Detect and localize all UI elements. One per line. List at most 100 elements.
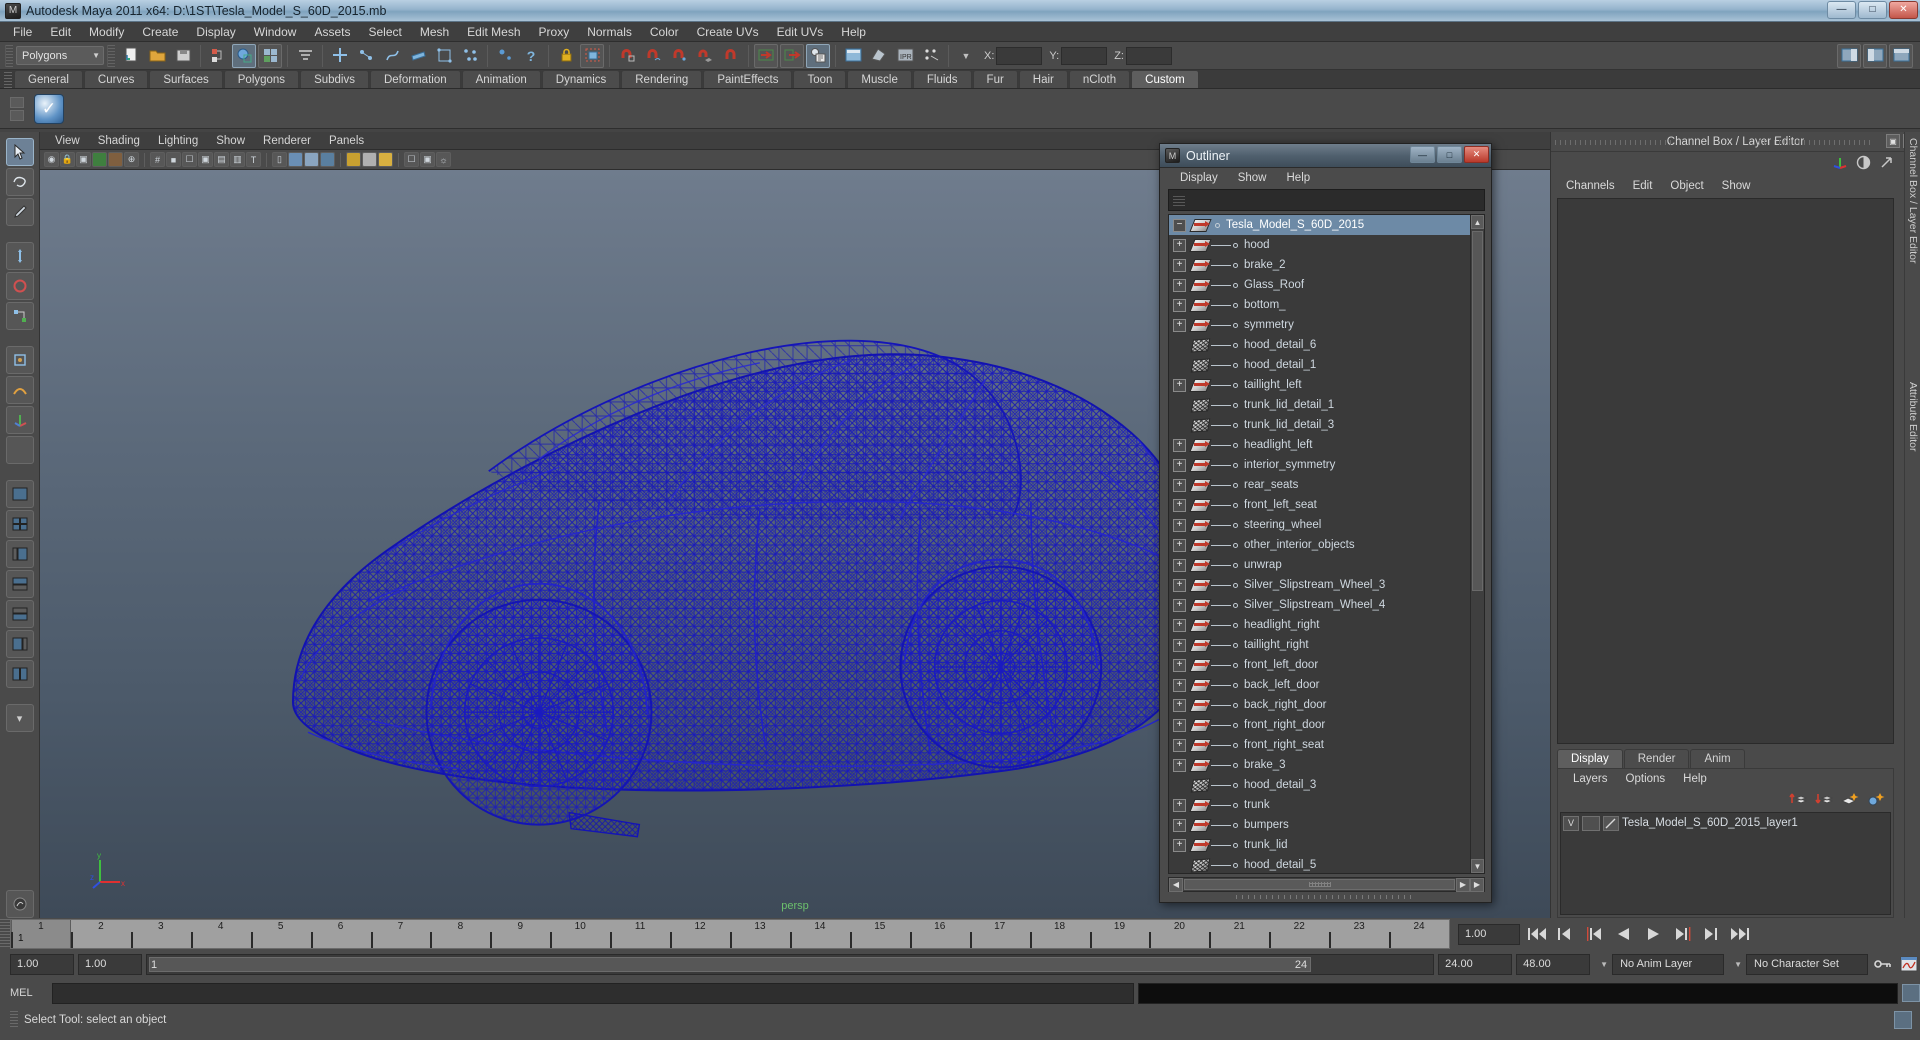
smooth-shade-selected-icon[interactable] xyxy=(304,152,319,167)
outliner-row[interactable]: + hood xyxy=(1169,235,1470,255)
anim-layer-dropdown[interactable]: No Anim Layer xyxy=(1612,953,1725,975)
shelf-options-icon[interactable] xyxy=(10,96,24,108)
layer-menu-layers[interactable]: Layers xyxy=(1564,772,1617,786)
save-scene-icon[interactable] xyxy=(171,43,195,68)
help-icon[interactable]: ? xyxy=(519,43,543,68)
shelf-tab-custom[interactable]: Custom xyxy=(1131,70,1199,88)
shelf-tab-painteffects[interactable]: PaintEffects xyxy=(703,70,793,88)
expand-icon[interactable]: + xyxy=(1173,498,1186,512)
menu-edit[interactable]: Edit xyxy=(41,23,80,41)
move-layer-up-icon[interactable] xyxy=(1789,791,1808,807)
go-to-start-button[interactable] xyxy=(1524,923,1549,945)
step-back-frame-button[interactable] xyxy=(1582,923,1607,945)
show-hide-channel-box-icon[interactable] xyxy=(1837,43,1861,68)
xray-joints-icon[interactable]: ▣ xyxy=(420,152,435,167)
outliner-row[interactable]: trunk_lid_detail_1 xyxy=(1169,395,1470,415)
outliner-row[interactable]: − Tesla_Model_S_60D_2015 xyxy=(1169,215,1470,235)
expand-icon[interactable]: + xyxy=(1173,438,1186,452)
channel-box-list[interactable] xyxy=(1557,198,1894,744)
marquee-select-icon[interactable] xyxy=(580,43,604,68)
go-to-end-button[interactable] xyxy=(1727,923,1752,945)
outliner-row[interactable]: + symmetry xyxy=(1169,315,1470,335)
layer-menu-help[interactable]: Help xyxy=(1674,772,1716,786)
menu-file[interactable]: File xyxy=(4,23,41,41)
outliner-resize-grip[interactable] xyxy=(1160,892,1491,902)
ipr-render-icon[interactable] xyxy=(867,43,891,68)
outliner-row[interactable]: + headlight_left xyxy=(1169,435,1470,455)
outliner-close-button[interactable]: ✕ xyxy=(1464,146,1489,163)
field-chart-icon[interactable]: ▤ xyxy=(214,152,229,167)
anim-end-field[interactable]: 48.00 xyxy=(1516,953,1591,975)
command-line-input[interactable] xyxy=(52,982,1134,1004)
selection-mask-icon[interactable] xyxy=(293,43,317,68)
z-coord-field[interactable] xyxy=(1125,46,1172,65)
two-d-pan-zoom-icon[interactable]: ⊕ xyxy=(124,152,139,167)
camera-attributes-icon[interactable]: ▣ xyxy=(76,152,91,167)
shelf-tab-subdivs[interactable]: Subdivs xyxy=(300,70,369,88)
shelf-tab-animation[interactable]: Animation xyxy=(461,70,541,88)
scroll-left-arrow-icon[interactable]: ◀ xyxy=(1169,877,1183,892)
expand-icon[interactable]: + xyxy=(1173,538,1186,552)
render-globals-icon[interactable] xyxy=(919,43,943,68)
outliner-row[interactable]: hood_detail_3 xyxy=(1169,775,1470,795)
layer-tab-anim[interactable]: Anim xyxy=(1690,749,1745,768)
create-empty-layer-icon[interactable] xyxy=(1840,791,1859,807)
range-slider[interactable]: 1 24 xyxy=(146,953,1435,975)
menu-color[interactable]: Color xyxy=(641,23,688,41)
menu-window[interactable]: Window xyxy=(245,23,306,41)
shelf-tab-toon[interactable]: Toon xyxy=(793,70,847,88)
single-perspective-view-button[interactable] xyxy=(5,480,34,508)
layer-tab-render[interactable]: Render xyxy=(1623,749,1690,768)
h-scroll-thumb[interactable] xyxy=(1184,879,1455,890)
auto-key-icon[interactable] xyxy=(1872,957,1894,971)
expand-icon[interactable]: + xyxy=(1173,618,1186,632)
shelf-tab-deformation[interactable]: Deformation xyxy=(369,70,461,88)
help-line-grip[interactable] xyxy=(10,1011,18,1029)
viewport-menu-panels[interactable]: Panels xyxy=(320,134,373,148)
move-layer-down-icon[interactable] xyxy=(1815,791,1834,807)
menu-assets[interactable]: Assets xyxy=(305,23,359,41)
outliner-row[interactable]: + back_left_door xyxy=(1169,675,1470,695)
flat-shade-icon[interactable] xyxy=(320,152,335,167)
expand-arrow-icon[interactable] xyxy=(1879,155,1894,173)
expand-icon[interactable]: + xyxy=(1173,638,1186,652)
step-forward-key-button[interactable] xyxy=(1698,923,1723,945)
snap-to-grid-icon[interactable] xyxy=(615,43,639,68)
current-time-field[interactable]: 1.00 xyxy=(1458,923,1520,945)
expand-icon[interactable]: + xyxy=(1173,518,1186,532)
menu-edit-mesh[interactable]: Edit Mesh xyxy=(458,23,529,41)
dock-handle-right[interactable] xyxy=(1754,140,1874,145)
layer-row[interactable]: V Tesla_Model_S_60D_2015_layer1 xyxy=(1561,813,1890,833)
help-line-toggle-button[interactable] xyxy=(5,890,34,918)
outliner-horizontal-scrollbar[interactable]: ◀ ▶ ▶ xyxy=(1168,877,1485,892)
snap-grid-icon[interactable] xyxy=(493,43,517,68)
layer-color-swatch[interactable] xyxy=(1603,815,1619,831)
outliner-row[interactable]: hood_detail_1 xyxy=(1169,355,1470,375)
persp-outliner-layout-button[interactable] xyxy=(5,630,34,658)
select-tool-icon[interactable] xyxy=(328,43,352,68)
outliner-row[interactable]: + front_left_seat xyxy=(1169,495,1470,515)
outliner-row[interactable]: + trunk xyxy=(1169,795,1470,815)
toolbar-grip-2[interactable] xyxy=(107,44,115,67)
selection-mode-dropdown[interactable]: Polygons ▼ xyxy=(16,46,104,65)
character-set-dropdown[interactable]: No Character Set xyxy=(1746,953,1868,975)
menu-normals[interactable]: Normals xyxy=(578,23,641,41)
menu-help[interactable]: Help xyxy=(832,23,875,41)
scale-tool-icon[interactable] xyxy=(458,43,482,68)
menu-edit-uvs[interactable]: Edit UVs xyxy=(768,23,833,41)
two-pane-side-layout-button[interactable] xyxy=(5,660,34,688)
create-layer-from-selected-icon[interactable] xyxy=(1867,791,1885,807)
menu-select[interactable]: Select xyxy=(359,23,410,41)
layer-tab-display[interactable]: Display xyxy=(1557,749,1623,768)
outliner-row[interactable]: + unwrap xyxy=(1169,555,1470,575)
range-start-field[interactable]: 1.00 xyxy=(78,953,142,975)
channel-menu-edit[interactable]: Edit xyxy=(1624,179,1662,193)
snap-to-curve-icon[interactable] xyxy=(641,43,665,68)
construction-history-in-icon[interactable] xyxy=(754,43,778,68)
scroll-thumb[interactable] xyxy=(1472,231,1483,591)
expand-icon[interactable]: + xyxy=(1173,238,1186,252)
step-forward-frame-button[interactable] xyxy=(1669,923,1694,945)
dock-handle-left[interactable] xyxy=(1555,140,1675,145)
outliner-row[interactable]: trunk_lid_detail_3 xyxy=(1169,415,1470,435)
viewport-menu-renderer[interactable]: Renderer xyxy=(254,134,320,148)
